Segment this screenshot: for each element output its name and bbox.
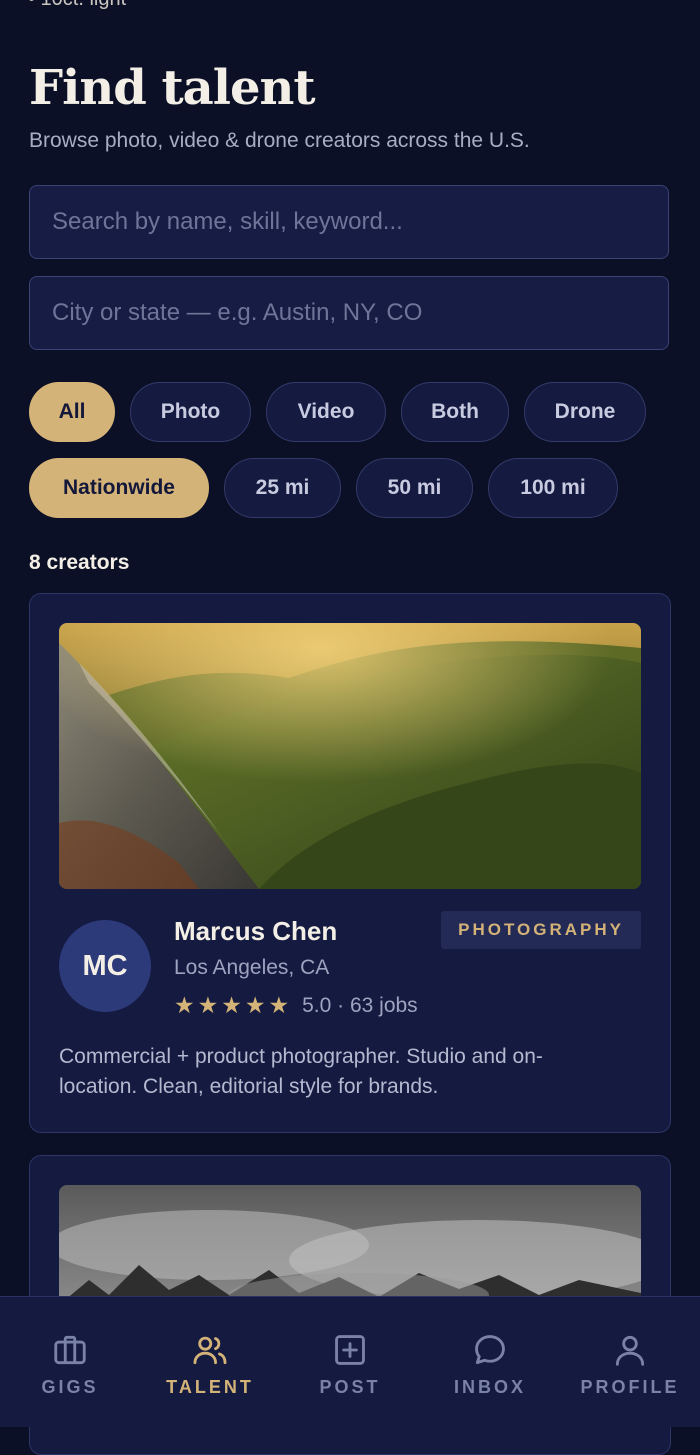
page-subtitle: Browse photo, video & drone creators acr… — [29, 129, 530, 152]
location-search-input[interactable] — [29, 276, 669, 350]
briefcase-icon — [54, 1335, 86, 1365]
chat-bubble-icon — [475, 1335, 505, 1365]
nav-item-inbox[interactable]: INBOX — [420, 1297, 560, 1427]
distance-chip-25mi[interactable]: 25 mi — [224, 458, 341, 518]
category-filter-group: All Photo Video Both Drone — [29, 382, 646, 442]
nav-item-profile[interactable]: PROFILE — [560, 1297, 700, 1427]
keyword-search-input[interactable] — [29, 185, 669, 259]
filter-chip-all[interactable]: All — [29, 382, 115, 442]
previous-content-fragment: • 10ct. light — [28, 0, 126, 11]
nav-label: INBOX — [453, 1377, 526, 1397]
creator-name: Marcus Chen — [174, 916, 338, 946]
nav-label: PROFILE — [580, 1377, 680, 1397]
nav-label: TALENT — [166, 1377, 254, 1397]
nav-item-post[interactable]: POST — [280, 1297, 420, 1427]
person-icon — [615, 1335, 645, 1366]
avatar: MC — [59, 920, 151, 1012]
bottom-navigation: GIGS TALENT POST INBOX PROFILE — [0, 1296, 700, 1427]
nav-label: POST — [319, 1377, 381, 1397]
filter-chip-photo[interactable]: Photo — [130, 382, 251, 442]
creator-location: Los Angeles, CA — [174, 956, 330, 979]
nav-label: GIGS — [41, 1377, 99, 1397]
plus-square-icon — [335, 1335, 365, 1365]
star-rating-icon: ★★★★★ — [174, 992, 293, 1018]
distance-chip-50mi[interactable]: 50 mi — [356, 458, 473, 518]
filter-chip-both[interactable]: Both — [401, 382, 509, 442]
creator-rating: ★★★★★ 5.0 · 63 jobs — [174, 992, 418, 1019]
creator-card[interactable]: MC Marcus Chen Los Angeles, CA ★★★★★ 5.0… — [29, 593, 671, 1133]
rating-summary: 5.0 · 63 jobs — [302, 993, 418, 1017]
distance-chip-100mi[interactable]: 100 mi — [488, 458, 618, 518]
filter-chip-drone[interactable]: Drone — [524, 382, 646, 442]
filter-chip-video[interactable]: Video — [266, 382, 386, 442]
users-icon — [193, 1336, 227, 1365]
portfolio-photo — [59, 623, 641, 889]
results-count: 8 creators — [29, 551, 130, 574]
distance-chip-nationwide[interactable]: Nationwide — [29, 458, 209, 518]
category-badge: PHOTOGRAPHY — [441, 911, 641, 949]
page-title: Find talent — [29, 60, 316, 116]
creator-bio: Commercial + product photographer. Studi… — [59, 1045, 543, 1098]
nav-item-talent[interactable]: TALENT — [140, 1297, 280, 1427]
distance-filter-group: Nationwide 25 mi 50 mi 100 mi — [29, 458, 618, 518]
nav-item-gigs[interactable]: GIGS — [0, 1297, 140, 1427]
